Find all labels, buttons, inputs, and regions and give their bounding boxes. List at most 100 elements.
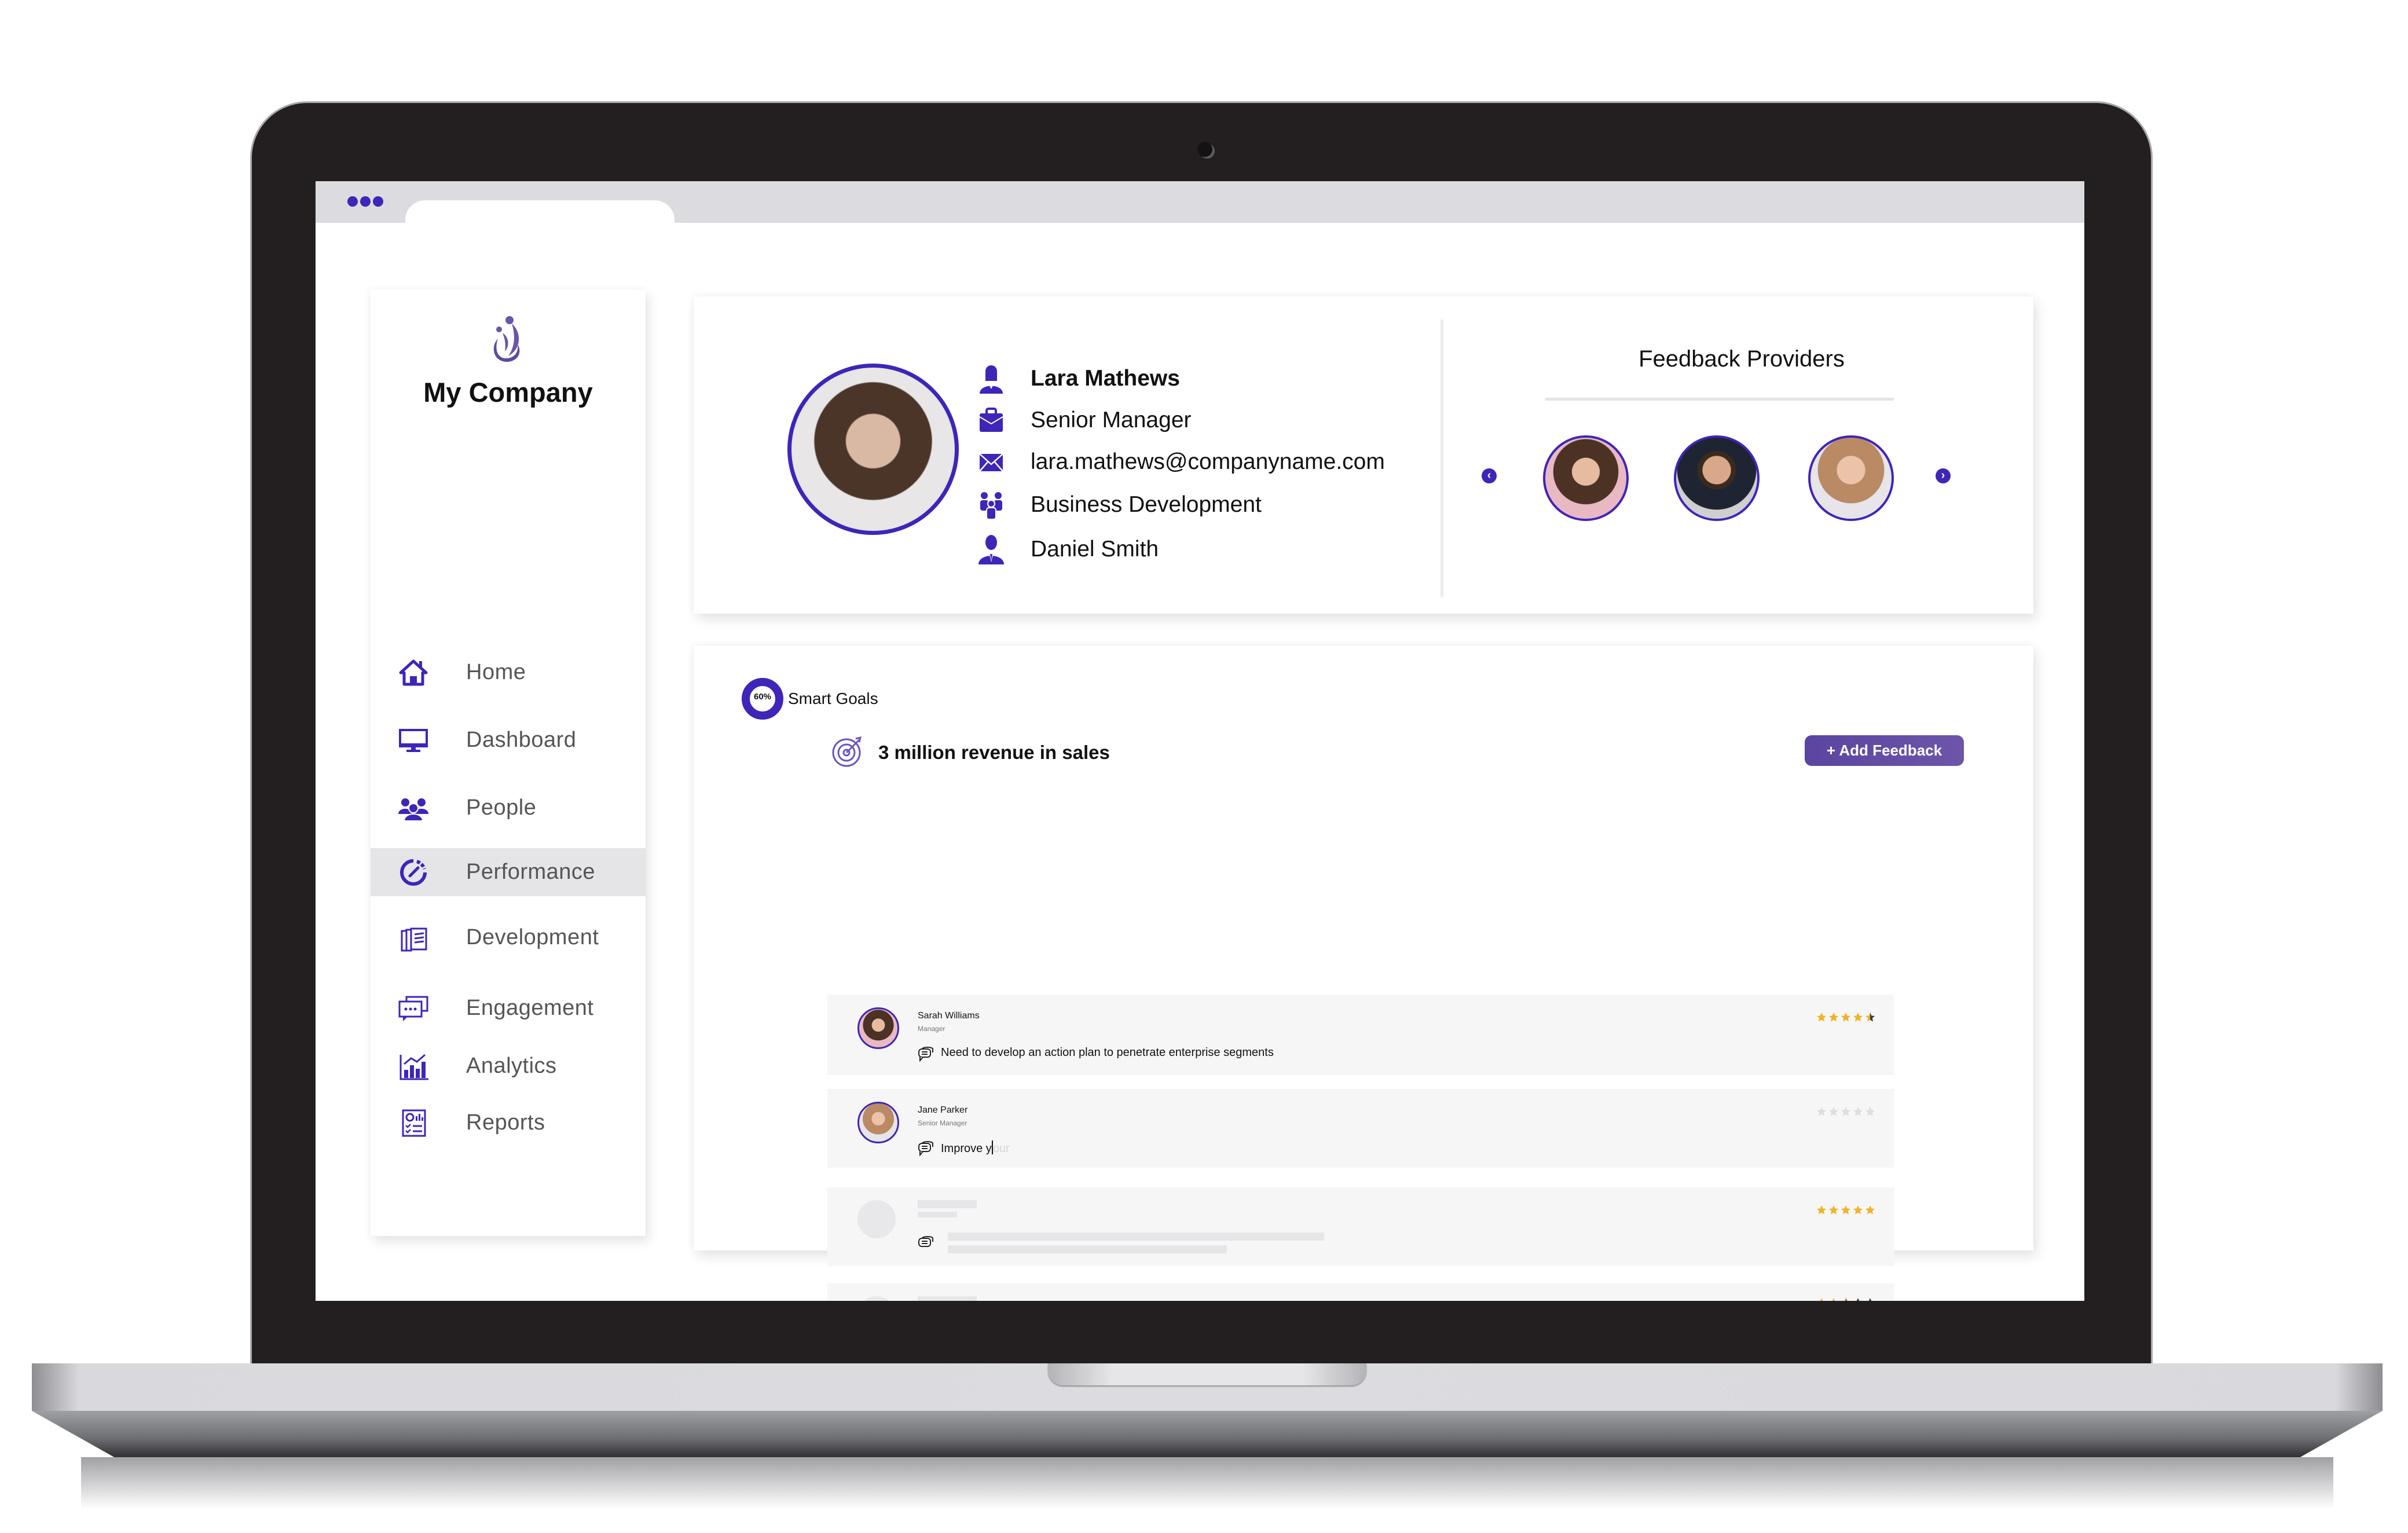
sidebar-item-label: Reports bbox=[466, 1110, 545, 1135]
feedback-item-placeholder bbox=[827, 1187, 1894, 1266]
star-filled-icon[interactable] bbox=[1828, 1012, 1839, 1022]
star-filled-icon[interactable] bbox=[1853, 1205, 1863, 1215]
chat-bubbles-icon bbox=[398, 996, 428, 1021]
star-filled-icon[interactable] bbox=[1841, 1297, 1851, 1301]
skeleton-line bbox=[918, 1296, 977, 1301]
profile-email[interactable]: lara.mathews@companyname.com bbox=[1031, 449, 1385, 475]
sidebar-item-home[interactable]: Home bbox=[371, 648, 646, 696]
profile-photo-avatar bbox=[787, 364, 959, 535]
team-icon bbox=[980, 492, 1002, 520]
screen: My Company Home Dashboard People Perform… bbox=[316, 181, 2084, 1301]
sidebar-item-label: Performance bbox=[466, 860, 596, 884]
star-rating[interactable] bbox=[1816, 1205, 1875, 1215]
sidebar-item-performance[interactable]: Performance bbox=[371, 848, 646, 896]
sidebar-item-development[interactable]: Development bbox=[371, 914, 646, 962]
profile-name: Lara Mathews bbox=[1031, 366, 1180, 391]
gauge-icon bbox=[400, 859, 427, 886]
skeleton-avatar bbox=[857, 1296, 896, 1301]
skeleton-avatar bbox=[857, 1200, 896, 1238]
feedback-comment: Need to develop an action plan to penetr… bbox=[941, 1046, 1274, 1059]
skeleton-line bbox=[918, 1212, 957, 1217]
monitor-icon bbox=[399, 729, 428, 752]
profile-title: Senior Manager bbox=[1031, 408, 1192, 432]
feedback-comment-input[interactable]: Improve y our bbox=[941, 1140, 1010, 1156]
star-filled-icon[interactable] bbox=[1828, 1205, 1839, 1215]
star-filled-icon[interactable] bbox=[1816, 1297, 1827, 1301]
feedback-provider-avatar[interactable] bbox=[1543, 435, 1629, 521]
star-empty-icon[interactable] bbox=[1816, 1106, 1827, 1117]
feedback-item-placeholder bbox=[827, 1283, 1894, 1301]
star-filled-icon[interactable] bbox=[1841, 1012, 1851, 1022]
sidebar-item-engagement[interactable]: Engagement bbox=[371, 984, 646, 1032]
sidebar-item-reports[interactable]: Reports bbox=[371, 1099, 646, 1147]
feedback-author-name: Jane Parker bbox=[918, 1105, 968, 1115]
goal-title: 3 million revenue in sales bbox=[878, 742, 1110, 763]
comment-icon bbox=[918, 1236, 933, 1247]
laptop-reflection bbox=[81, 1457, 2333, 1509]
star-filled-icon[interactable] bbox=[1865, 1012, 1875, 1022]
sidebar-item-label: Analytics bbox=[466, 1054, 557, 1078]
goal-progress-label: 60% bbox=[753, 692, 772, 702]
carousel-prev-button[interactable]: ‹ bbox=[1482, 468, 1497, 483]
female-user-icon bbox=[980, 365, 1003, 394]
home-icon bbox=[399, 659, 428, 686]
smart-goals-label: Smart Goals bbox=[788, 690, 878, 707]
star-empty-icon[interactable] bbox=[1865, 1297, 1875, 1301]
carousel-next-button[interactable]: › bbox=[1936, 468, 1951, 483]
typed-text: Improve y bbox=[941, 1142, 992, 1155]
people-icon bbox=[398, 798, 428, 821]
briefcase-icon bbox=[979, 408, 1003, 432]
star-empty-icon[interactable] bbox=[1853, 1297, 1863, 1301]
target-icon bbox=[832, 736, 862, 767]
star-filled-icon[interactable] bbox=[1828, 1297, 1839, 1301]
star-rating[interactable] bbox=[1816, 1012, 1875, 1022]
browser-tab[interactable] bbox=[405, 200, 675, 226]
sidebar-item-label: Engagement bbox=[466, 996, 594, 1020]
feedback-providers-title: Feedback Providers bbox=[1639, 346, 1845, 372]
star-empty-icon[interactable] bbox=[1853, 1106, 1863, 1117]
feedback-author-avatar bbox=[857, 1007, 899, 1049]
feedback-item: Sarah Williams Manager Need to develop a… bbox=[827, 995, 1894, 1075]
add-feedback-button[interactable]: + Add Feedback bbox=[1805, 735, 1964, 766]
sidebar-item-dashboard[interactable]: Dashboard bbox=[371, 716, 646, 764]
sidebar-item-people[interactable]: People bbox=[371, 784, 646, 832]
sidebar-item-label: People bbox=[466, 795, 537, 820]
star-empty-icon[interactable] bbox=[1865, 1106, 1875, 1117]
star-filled-icon[interactable] bbox=[1816, 1205, 1827, 1215]
profile-card: Lara Mathews Senior Manager lara.mathews… bbox=[694, 296, 2033, 614]
star-rating[interactable] bbox=[1816, 1297, 1875, 1301]
profile-department: Business Development bbox=[1031, 492, 1262, 517]
feedback-provider-avatar[interactable] bbox=[1674, 435, 1760, 521]
profile-manager: Daniel Smith bbox=[1031, 537, 1159, 562]
star-filled-icon[interactable] bbox=[1816, 1012, 1827, 1022]
laptop-hinge-notch bbox=[1048, 1363, 1366, 1385]
feedback-provider-avatar[interactable] bbox=[1808, 435, 1894, 521]
skeleton-line bbox=[918, 1200, 977, 1208]
sidebar-item-analytics[interactable]: Analytics bbox=[371, 1042, 646, 1090]
report-icon bbox=[402, 1109, 426, 1137]
smart-goals-card: 60% Smart Goals 3 million revenue in sal… bbox=[694, 646, 2033, 1301]
star-filled-icon[interactable] bbox=[1853, 1012, 1863, 1022]
sidebar: My Company Home Dashboard People Perform… bbox=[371, 289, 646, 1236]
comment-icon bbox=[918, 1047, 933, 1062]
feedback-author-name: Sarah Williams bbox=[918, 1011, 980, 1021]
company-logo-icon bbox=[493, 316, 520, 362]
sidebar-item-label: Dashboard bbox=[466, 728, 577, 752]
window-dot-icon[interactable] bbox=[373, 196, 383, 207]
star-filled-icon[interactable] bbox=[1841, 1205, 1851, 1215]
feedback-author-role: Senior Manager bbox=[918, 1119, 967, 1127]
sidebar-item-label: Home bbox=[466, 660, 526, 684]
envelope-icon bbox=[979, 453, 1003, 472]
feedback-author-avatar bbox=[857, 1102, 899, 1143]
window-dot-icon[interactable] bbox=[360, 196, 371, 207]
autocomplete-suggestion: our bbox=[992, 1142, 1010, 1155]
company-name: My Company bbox=[423, 377, 593, 408]
star-empty-icon[interactable] bbox=[1828, 1106, 1839, 1117]
star-rating[interactable] bbox=[1816, 1106, 1875, 1117]
skeleton-line bbox=[948, 1245, 1227, 1253]
star-empty-icon[interactable] bbox=[1841, 1106, 1851, 1117]
window-dot-icon[interactable] bbox=[347, 196, 358, 207]
feedback-item: Jane Parker Senior Manager Improve y our bbox=[827, 1089, 1894, 1168]
star-filled-icon[interactable] bbox=[1865, 1205, 1875, 1215]
laptop-base-edge bbox=[32, 1411, 2383, 1457]
